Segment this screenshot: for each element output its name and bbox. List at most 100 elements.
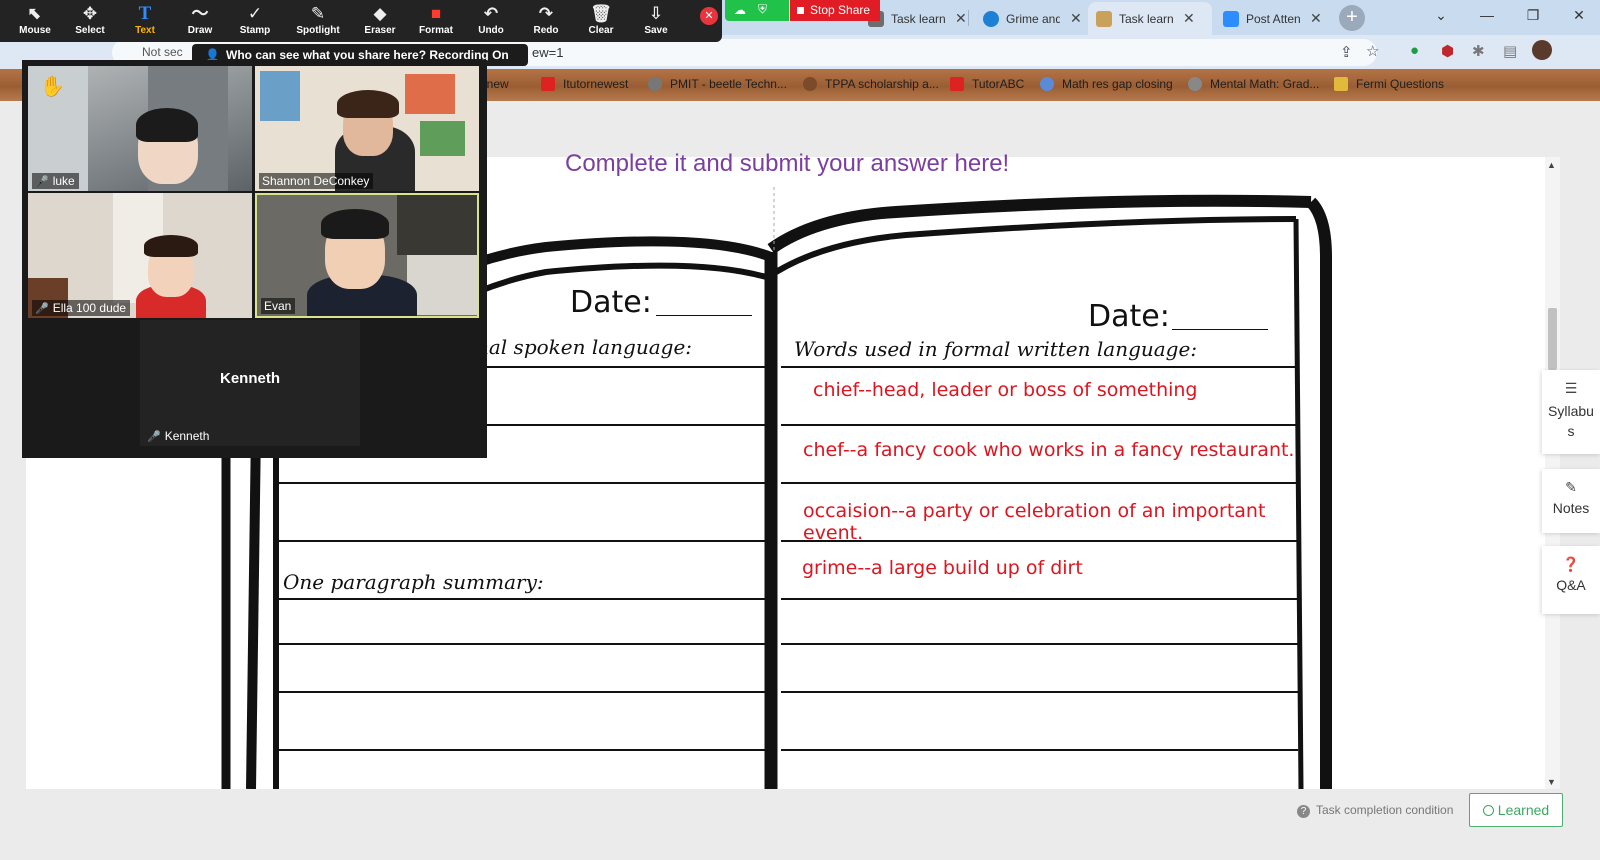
spotlight-tool-button[interactable]: ✎ Spotlight (293, 3, 343, 36)
restore-button[interactable]: ❐ (1510, 0, 1556, 30)
clear-button[interactable]: 🗑 Clear (576, 3, 626, 36)
tab-label: Grime and (1006, 11, 1060, 26)
itutor-icon (950, 77, 964, 91)
participant-name: Evan (261, 298, 296, 314)
format-tool-button[interactable]: ■ Format (411, 3, 461, 36)
qa-panel-button[interactable]: ❓ Q&A (1542, 546, 1600, 614)
avatar[interactable] (1532, 40, 1552, 60)
learned-label: Learned (1497, 802, 1550, 818)
zoom-annotation-toolbar: ⬉ Mouse ✥ Select T Text 〜 Draw ✓ Stamp ✎ Spotl… (0, 0, 722, 42)
tab-label: Task learni (891, 11, 945, 26)
draw-tool-button[interactable]: 〜 Draw (175, 3, 225, 36)
stop-share-button[interactable]: Stop Share (790, 0, 880, 21)
answer-chief[interactable]: chief--head, leader or boss of something (813, 379, 1198, 401)
bookmark-star-icon[interactable]: ☆ (1366, 42, 1379, 60)
video-tile-shannon[interactable]: Shannon DeConkey (255, 66, 479, 191)
window-close-button[interactable]: ✕ (1556, 0, 1600, 30)
select-tool-button[interactable]: ✥ Select (65, 3, 115, 36)
task-condition-label: Task completion condition (1316, 803, 1454, 817)
bookmark-label: PMIT - beetle Techn... (670, 77, 787, 91)
move-icon: ✥ (82, 4, 98, 23)
scroll-down-icon[interactable]: ▼ (1547, 777, 1556, 787)
rule-line (781, 749, 1298, 751)
mouse-tool-button[interactable]: ⬉ Mouse (10, 3, 60, 36)
redo-button[interactable]: ↷ Redo (521, 3, 571, 36)
share-status-widget[interactable]: ☁ ⛨ (725, 0, 789, 21)
not-secure-label: Not sec (142, 45, 183, 59)
muted-mic-icon: 🎤 (147, 430, 161, 443)
eraser-tool-button[interactable]: ◆ Eraser (355, 3, 405, 36)
qa-label: Q&A (1556, 577, 1586, 593)
cloud-icon (983, 10, 999, 27)
task-completion-condition[interactable]: ? Task completion condition (1297, 803, 1453, 818)
video-tile-luke[interactable]: ✋ 🎤 luke (28, 66, 252, 191)
trash-icon: 🗑 (590, 4, 612, 23)
bookmark-label: Itutornewest (563, 77, 629, 91)
syllabus-panel-button[interactable]: ☰ Syllabu s (1542, 370, 1600, 454)
answer-occasion[interactable]: occaision--a party or celebration of an … (803, 500, 1265, 522)
video-tile-kenneth[interactable]: Kenneth 🎤 Kenneth (140, 320, 360, 446)
new-tab-button[interactable]: + (1339, 5, 1365, 31)
save-button[interactable]: ⇩ Save (631, 3, 681, 36)
color-swatch-icon: ■ (430, 4, 442, 23)
participant-name: 🎤 Ella 100 dude (32, 300, 131, 316)
close-annotation-icon[interactable]: ✕ (700, 7, 718, 25)
video-tile-ella[interactable]: 🎤 Ella 100 dude (28, 193, 252, 318)
circle-icon (1482, 805, 1494, 816)
no-video-name: Kenneth (220, 370, 280, 387)
share-icon[interactable]: ⇪ (1340, 43, 1353, 61)
scrollbar-thumb[interactable] (1548, 308, 1557, 370)
minimize-button[interactable]: — (1464, 0, 1510, 30)
bookmark-label: Math res gap closing (1062, 77, 1173, 91)
rule-line (781, 424, 1298, 426)
bookmark-mental-math[interactable]: Mental Math: Grad... (1188, 77, 1319, 91)
bookmark-fermi[interactable]: Fermi Questions (1334, 77, 1444, 91)
answer-occasion-cont[interactable]: event. (803, 522, 863, 544)
puzzle-icon[interactable]: ✱ (1472, 42, 1485, 60)
reading-list-icon[interactable]: ▤ (1503, 42, 1517, 60)
right-heading: Words used in formal written language: (794, 337, 1198, 361)
crest-icon (803, 77, 817, 91)
summary-heading: One paragraph summary: (283, 570, 544, 594)
video-tile-evan[interactable]: Evan (255, 193, 479, 318)
cursor-icon: ⬉ (27, 4, 43, 23)
close-icon[interactable]: ✕ (955, 10, 967, 27)
cloud-recording-icon: ☁ (734, 3, 746, 17)
tab-grime-and[interactable]: Grime and ✕ (975, 2, 1090, 35)
ublock-icon[interactable]: ⬢ (1441, 42, 1454, 60)
bookmark-tppa[interactable]: TPPA scholarship a... (803, 77, 939, 91)
bookmark-itutornewest[interactable]: Itutornewest (541, 77, 628, 91)
rule-line (276, 691, 766, 693)
notes-panel-button[interactable]: ✎ Notes (1542, 469, 1600, 533)
learned-button[interactable]: Learned (1469, 793, 1563, 827)
text-tool-button[interactable]: T Text (120, 3, 170, 36)
rule-line (276, 749, 766, 751)
zoom-video-gallery[interactable]: ✋ 🎤 luke Shannon DeConkey 🎤 Ella 100 dude … (22, 60, 487, 458)
rule-line (276, 598, 766, 600)
squiggle-icon: 〜 (191, 4, 209, 23)
answer-chef[interactable]: chef--a fancy cook who works in a fancy … (803, 439, 1294, 461)
question-icon: ❓ (1562, 556, 1580, 572)
tab-search-icon[interactable]: ⌄ (1418, 0, 1464, 30)
undo-button[interactable]: ↶ Undo (466, 3, 516, 36)
scroll-up-icon[interactable]: ▲ (1547, 160, 1556, 170)
answer-grime[interactable]: grime--a large build up of dirt (802, 557, 1083, 579)
close-icon[interactable]: ✕ (1070, 10, 1082, 27)
globe-icon (1040, 77, 1054, 91)
bookmark-tutorabc[interactable]: TutorABC (950, 77, 1024, 91)
bookmark-math-res[interactable]: Math res gap closing (1040, 77, 1173, 91)
tab-task-learning-2[interactable]: Task learni ✕ (1088, 2, 1212, 35)
extension-icon[interactable]: ● (1410, 42, 1419, 59)
stamp-tool-button[interactable]: ✓ Stamp (230, 3, 280, 36)
bookmark-pmit[interactable]: PMIT - beetle Techn... (648, 77, 787, 91)
close-icon[interactable]: ✕ (1183, 10, 1195, 27)
help-icon: ? (1297, 805, 1310, 818)
itutor-icon (541, 77, 555, 91)
text-icon: T (138, 3, 152, 24)
close-icon[interactable]: ✕ (1310, 10, 1322, 27)
muted-mic-icon: 🎤 (35, 175, 49, 188)
redo-icon: ↷ (538, 4, 554, 23)
participant-name: Shannon DeConkey (259, 173, 374, 189)
tab-post-attendance[interactable]: Post Atten ✕ (1215, 2, 1330, 35)
wand-icon: ✎ (310, 4, 326, 23)
